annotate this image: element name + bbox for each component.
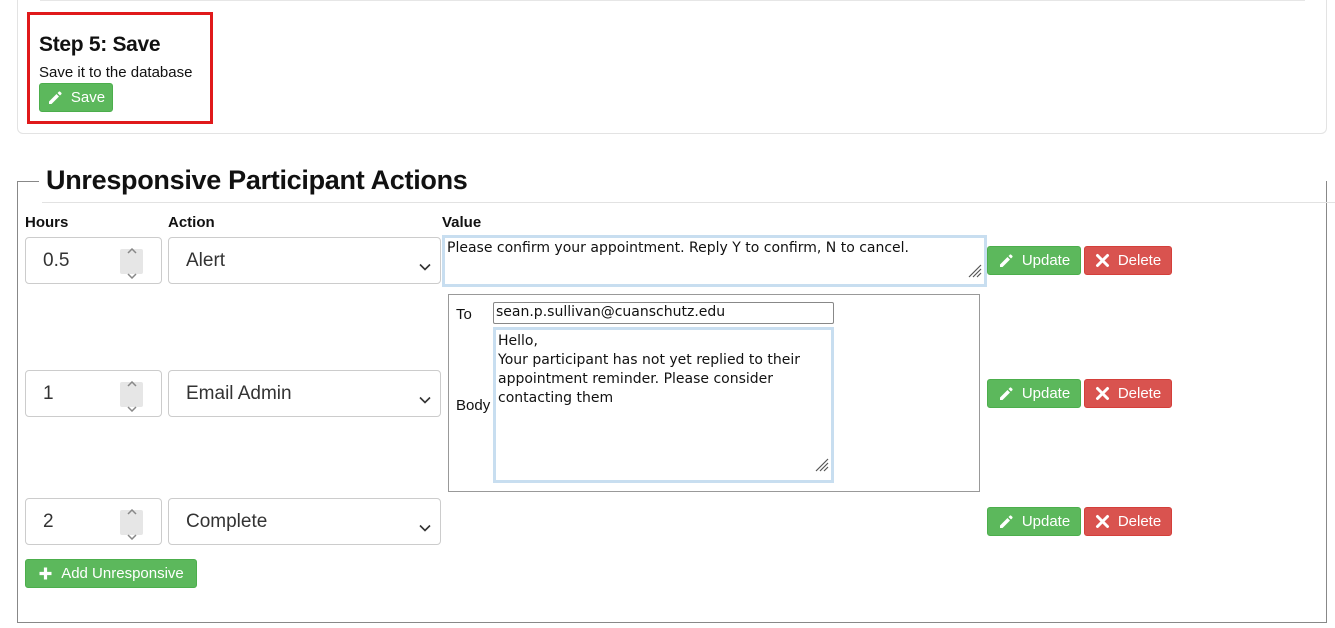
delete-button[interactable]: Delete xyxy=(1084,379,1172,408)
action-column-header: Action xyxy=(168,214,215,231)
value-textarea[interactable]: Please confirm your appointment. Reply Y… xyxy=(442,235,987,287)
hours-value: 1 xyxy=(43,382,54,404)
value-column-header: Value xyxy=(442,214,482,231)
step-title: Step 5: Save xyxy=(39,33,161,56)
step-panel xyxy=(17,0,1327,134)
pencil-icon xyxy=(998,253,1014,269)
chevron-up-icon xyxy=(126,238,137,260)
update-button[interactable]: Update xyxy=(987,507,1081,536)
to-label: To xyxy=(456,306,472,323)
plus-icon xyxy=(38,566,53,581)
number-spinner[interactable] xyxy=(120,247,143,280)
email-body-textarea[interactable]: Hello, Your participant has not yet repl… xyxy=(493,327,834,483)
chevron-down-icon xyxy=(419,516,431,538)
delete-label: Delete xyxy=(1117,513,1162,530)
pencil-icon xyxy=(998,386,1014,402)
value-text: Please confirm your appointment. Reply Y… xyxy=(447,240,910,256)
resize-grip-icon[interactable] xyxy=(966,262,982,282)
hours-input[interactable]: 1 xyxy=(25,370,162,417)
close-icon xyxy=(1095,386,1110,401)
chevron-up-icon xyxy=(126,371,137,393)
chevron-down-icon xyxy=(126,396,137,418)
number-spinner[interactable] xyxy=(120,380,143,413)
hours-column-header: Hours xyxy=(25,214,69,231)
close-icon xyxy=(1095,514,1110,529)
email-to-input[interactable]: sean.p.sullivan@cuanschutz.edu xyxy=(493,302,834,324)
delete-label: Delete xyxy=(1117,385,1162,402)
hours-value: 0.5 xyxy=(43,249,70,271)
action-select[interactable]: Complete xyxy=(168,498,441,545)
add-unresponsive-button[interactable]: Add Unresponsive xyxy=(25,559,197,588)
delete-button[interactable]: Delete xyxy=(1084,507,1172,536)
number-spinner[interactable] xyxy=(120,508,143,541)
add-unresponsive-label: Add Unresponsive xyxy=(61,565,184,582)
hours-input[interactable]: 2 xyxy=(25,498,162,545)
update-button[interactable]: Update xyxy=(987,379,1081,408)
action-value: Alert xyxy=(186,249,226,271)
close-icon xyxy=(1095,253,1110,268)
delete-button[interactable]: Delete xyxy=(1084,246,1172,275)
chevron-down-icon xyxy=(419,255,431,277)
action-select[interactable]: Email Admin xyxy=(168,370,441,417)
body-label: Body xyxy=(456,397,491,414)
action-value: Complete xyxy=(186,510,268,532)
chevron-up-icon xyxy=(126,499,137,521)
step-subtitle: Save it to the database xyxy=(39,64,193,81)
chevron-down-icon xyxy=(126,263,137,285)
hours-value: 2 xyxy=(43,510,54,532)
update-button[interactable]: Update xyxy=(987,246,1081,275)
save-button-label: Save xyxy=(70,89,106,106)
fieldset-border xyxy=(17,181,39,182)
update-label: Update xyxy=(1021,385,1071,402)
section-legend: Unresponsive Participant Actions xyxy=(46,165,468,195)
divider xyxy=(40,0,1305,1)
chevron-down-icon xyxy=(419,388,431,410)
delete-label: Delete xyxy=(1117,252,1162,269)
save-button[interactable]: Save xyxy=(39,83,113,112)
pencil-icon xyxy=(998,514,1014,530)
action-value: Email Admin xyxy=(186,382,292,404)
divider xyxy=(42,202,1335,203)
update-label: Update xyxy=(1021,252,1071,269)
resize-grip-icon[interactable] xyxy=(813,456,829,478)
action-select[interactable]: Alert xyxy=(168,237,441,284)
pencil-icon xyxy=(47,90,63,106)
email-body-text: Hello, Your participant has not yet repl… xyxy=(498,333,801,406)
chevron-down-icon xyxy=(126,524,137,546)
update-label: Update xyxy=(1021,513,1071,530)
hours-input[interactable]: 0.5 xyxy=(25,237,162,284)
